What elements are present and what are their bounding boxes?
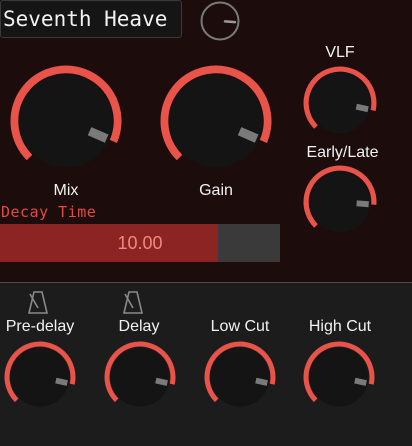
knob-graphic	[200, 1, 240, 41]
knob-graphic	[303, 165, 377, 233]
decay-time-label: Decay Time	[1, 203, 97, 221]
knob-graphic	[104, 341, 176, 407]
knob-body	[10, 347, 70, 407]
gain-label: Gain	[199, 182, 233, 199]
knob-pointer	[55, 377, 68, 386]
high-cut-knob[interactable]	[303, 341, 375, 413]
preset-name-display[interactable]: Seventh Heave	[0, 0, 182, 38]
knob-graphic	[303, 341, 375, 407]
knob-pointer	[356, 200, 369, 208]
delay-knob[interactable]	[104, 341, 176, 413]
decay-time-slider[interactable]: 10.00	[0, 224, 280, 262]
mix-knob[interactable]	[10, 65, 122, 177]
metronome-icon	[27, 291, 49, 314]
low-cut-knob[interactable]	[204, 341, 276, 413]
knob-pointer	[223, 20, 237, 24]
knob-pointer	[355, 103, 369, 113]
knob-body	[309, 72, 371, 134]
decay-time-value: 10.00	[117, 233, 163, 253]
predelay-label: Pre-delay	[5, 318, 75, 335]
mix-label: Mix	[53, 182, 79, 199]
knob-pointer	[255, 377, 268, 386]
high-cut-label: High Cut	[308, 318, 372, 335]
knob-body	[210, 347, 270, 407]
knob-pointer	[354, 377, 367, 386]
predelay-sync-button[interactable]	[27, 290, 49, 314]
knob-graphic	[10, 65, 122, 168]
knob-graphic	[204, 341, 276, 407]
delay-sync-button[interactable]	[122, 290, 144, 314]
vlf-label: VLF	[325, 44, 355, 61]
low-cut-label: Low Cut	[210, 318, 270, 335]
predelay-knob[interactable]	[4, 341, 76, 413]
delay-label: Delay	[118, 318, 160, 335]
knob-graphic	[160, 65, 272, 168]
knob-graphic	[303, 66, 377, 134]
knob-body	[110, 347, 170, 407]
early-late-knob[interactable]	[303, 165, 377, 239]
preset-browser-knob[interactable]	[199, 0, 241, 42]
knob-body	[309, 347, 369, 407]
knob-pointer	[155, 377, 168, 386]
metronome-icon	[122, 291, 144, 314]
knob-body	[169, 74, 263, 168]
vlf-knob[interactable]	[303, 66, 377, 140]
knob-graphic	[4, 341, 76, 407]
knob-body	[19, 74, 113, 168]
early-late-label: Early/Late	[306, 144, 379, 161]
gain-knob[interactable]	[160, 65, 272, 177]
